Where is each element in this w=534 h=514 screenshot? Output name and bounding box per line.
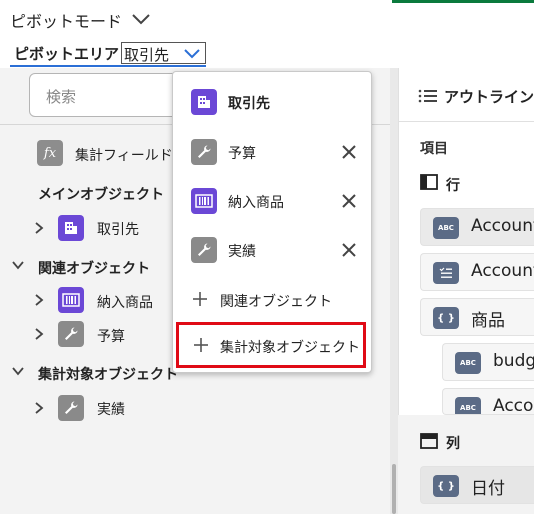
plus-icon bbox=[193, 292, 207, 306]
columns-heading: 列 bbox=[446, 436, 460, 452]
row-field-label: Account bbox=[471, 216, 534, 236]
list-icon bbox=[418, 89, 437, 103]
row-field-label: Account bbox=[471, 261, 534, 281]
add-related-object-button[interactable]: 関連オブジェクト bbox=[173, 276, 371, 324]
barcode-icon bbox=[58, 287, 84, 313]
close-icon[interactable] bbox=[339, 240, 359, 260]
close-icon[interactable] bbox=[339, 191, 359, 211]
dropdown-item-selected[interactable]: 取引先 bbox=[173, 78, 371, 126]
main-object-heading: メインオブジェクト bbox=[38, 187, 164, 203]
dropdown-item-label: 予算 bbox=[228, 146, 256, 162]
top-accent-bar bbox=[392, 0, 534, 3]
tree-item-related-1[interactable]: 予算 bbox=[97, 326, 125, 346]
object-select[interactable]: 取引先 bbox=[121, 42, 206, 64]
highlight-box bbox=[176, 322, 366, 368]
chevron-down-icon[interactable] bbox=[130, 10, 152, 28]
chevron-right-icon[interactable] bbox=[32, 400, 46, 416]
outline-tab-label: アウトライン bbox=[444, 88, 534, 106]
aggregate-objects-heading: 集計対象オブジェクト bbox=[38, 367, 178, 383]
building-icon bbox=[58, 215, 84, 241]
building-icon bbox=[191, 89, 217, 115]
dropdown-item-label: 取引先 bbox=[228, 96, 270, 112]
row-field[interactable]: ABC Account bbox=[420, 208, 534, 246]
fx-icon: fx bbox=[37, 140, 63, 166]
dropdown-item-budget[interactable]: 予算 bbox=[173, 128, 371, 176]
tree-item-main-object[interactable]: 取引先 bbox=[97, 219, 139, 239]
row-field-label: Acco bbox=[493, 396, 534, 415]
wrench-icon bbox=[58, 321, 84, 347]
wrench-icon bbox=[191, 139, 217, 165]
dropdown-item-label: 実績 bbox=[228, 244, 256, 260]
chevron-down-icon[interactable] bbox=[10, 364, 26, 378]
text-field-icon: ABC bbox=[455, 397, 481, 414]
text-field-icon: ABC bbox=[433, 217, 459, 239]
row-field[interactable]: Account bbox=[420, 253, 534, 291]
search-input[interactable]: 検索 bbox=[29, 73, 189, 117]
chevron-right-icon[interactable] bbox=[32, 326, 46, 342]
column-field-label: 日付 bbox=[471, 479, 505, 499]
row-field[interactable]: { } 商品 bbox=[420, 298, 534, 336]
close-icon[interactable] bbox=[339, 142, 359, 162]
summary-field-label[interactable]: 集計フィールド bbox=[75, 145, 173, 165]
dropdown-item-actuals[interactable]: 実績 bbox=[173, 226, 371, 274]
chevron-right-icon[interactable] bbox=[32, 292, 46, 308]
tree-item-related-0[interactable]: 納入商品 bbox=[97, 292, 153, 312]
pivot-mode-title: ピボットモード bbox=[10, 12, 123, 31]
outline-tab[interactable]: アウトライン bbox=[398, 68, 534, 122]
add-related-object-label: 関連オブジェクト bbox=[220, 294, 332, 310]
row-field[interactable]: ABC budg bbox=[442, 343, 534, 381]
scrollbar-thumb[interactable] bbox=[392, 464, 396, 514]
checklist-icon bbox=[433, 262, 459, 284]
chevron-down-icon bbox=[184, 49, 200, 59]
pivot-area-label: ピボットエリア bbox=[14, 45, 120, 63]
dropdown-item-products[interactable]: 納入商品 bbox=[173, 177, 371, 225]
related-objects-heading: 関連オブジェクト bbox=[38, 261, 150, 277]
object-select-value: 取引先 bbox=[124, 46, 170, 64]
wrench-icon bbox=[58, 395, 84, 421]
row-field-label: 商品 bbox=[471, 311, 505, 331]
object-field-icon: { } bbox=[433, 475, 459, 497]
barcode-icon bbox=[191, 188, 217, 214]
wrench-icon bbox=[191, 237, 217, 263]
tree-item-aggregate-0[interactable]: 実績 bbox=[97, 399, 125, 419]
column-field[interactable]: { } 日付 bbox=[420, 466, 534, 504]
dropdown-item-label: 納入商品 bbox=[228, 195, 284, 211]
chevron-right-icon[interactable] bbox=[32, 220, 46, 236]
pivot-mode-header: ピボットモード bbox=[0, 0, 534, 40]
items-heading: 項目 bbox=[420, 141, 448, 157]
row-field-label: budg bbox=[493, 351, 534, 371]
rows-heading: 行 bbox=[446, 178, 460, 194]
pivot-area-underline bbox=[10, 65, 206, 67]
rows-icon bbox=[420, 174, 438, 190]
object-field-icon: { } bbox=[433, 307, 459, 329]
pivot-area-bar: ピボットエリア 取引先 bbox=[0, 40, 534, 68]
chevron-down-icon[interactable] bbox=[10, 258, 26, 272]
columns-icon bbox=[420, 433, 438, 449]
left-scrollbar[interactable] bbox=[390, 68, 398, 514]
search-placeholder: 検索 bbox=[46, 88, 77, 106]
text-field-icon: ABC bbox=[455, 352, 481, 374]
row-field[interactable]: ABC Acco bbox=[442, 388, 534, 415]
